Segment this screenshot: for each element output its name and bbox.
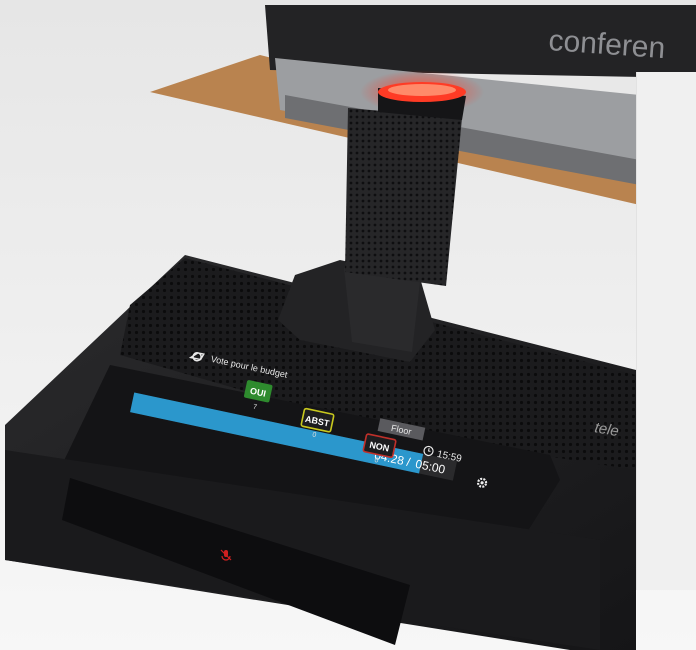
conference-unit-photo: conferen tele Vote pour le budget 04:28 … — [0, 0, 696, 650]
side-overlay-panel — [636, 72, 696, 590]
